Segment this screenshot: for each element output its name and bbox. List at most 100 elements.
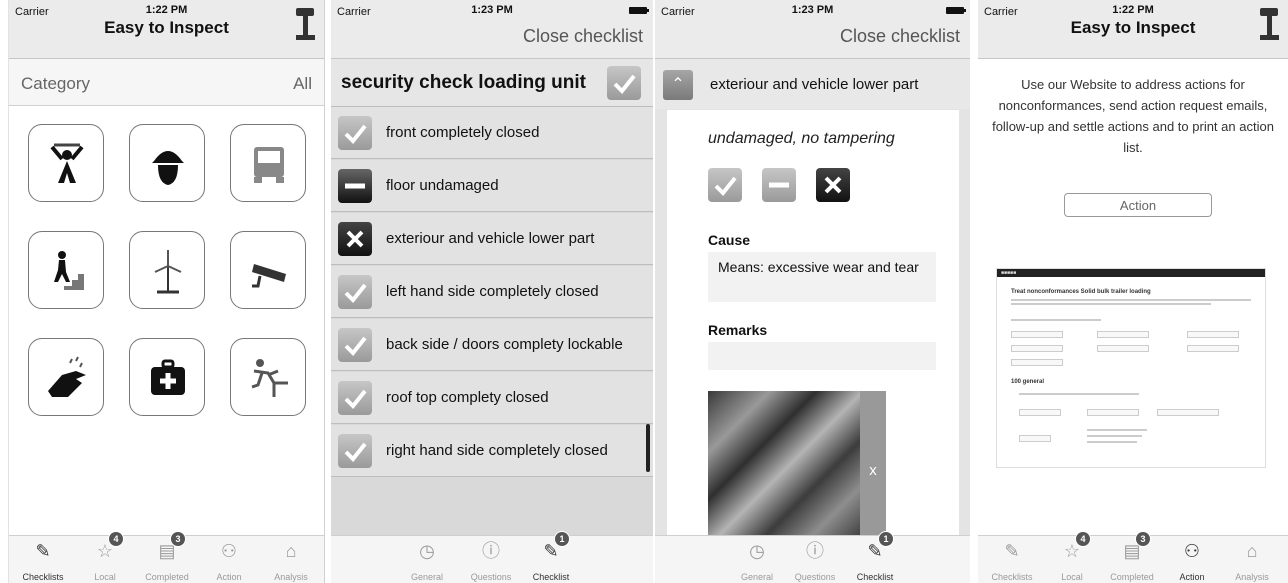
tab-label: Action [1179, 572, 1205, 582]
fall-icon[interactable] [230, 338, 306, 416]
screenshot-field [1011, 345, 1063, 352]
screenshot-field [1011, 331, 1063, 338]
tab-checklists[interactable]: ✎ Checklists [982, 536, 1042, 583]
first-aid-icon[interactable] [129, 338, 205, 416]
screenshot-field [1187, 345, 1239, 352]
tab-label: General [740, 572, 774, 582]
checklist-icon: ✎ [1004, 541, 1020, 561]
badge-count: 4 [1076, 532, 1090, 546]
checklist-row[interactable]: front completely closed [331, 107, 653, 159]
tab-bar: ✎ Checklists ☆ 4 Local ▤ 3 Completed ⚇ A… [978, 532, 1288, 583]
info-icon: ⓘ [806, 541, 824, 561]
cause-field[interactable]: Means: excessive wear and tear [708, 252, 936, 302]
checkmark-icon[interactable] [338, 381, 372, 415]
attached-photo[interactable] [708, 391, 860, 550]
lamp-icon[interactable] [294, 8, 316, 44]
screenshot-heading: Treat nonconformances Solid bulk trailer… [1011, 289, 1151, 295]
remove-photo-button[interactable]: x [860, 391, 886, 550]
close-checklist-button[interactable]: Close checklist [523, 26, 643, 47]
navigation-bar: Carrier 1:23 PM Close checklist [331, 0, 653, 59]
tab-label: Analysis [1235, 572, 1269, 582]
navigation-bar: Carrier 1:22 PM Easy to Inspect [978, 0, 1288, 59]
status-time: 1:22 PM [145, 4, 188, 16]
checklist-row[interactable]: floor undamaged [331, 160, 653, 212]
tab-label: Checklists [991, 572, 1033, 582]
tab-label: Action [216, 572, 242, 582]
screenshot-line [1011, 299, 1251, 301]
category-filter[interactable]: All [293, 74, 312, 94]
clock-icon: ◷ [749, 541, 765, 561]
truck-icon[interactable] [230, 124, 306, 202]
tab-bar: ◷ General ⓘ Questions ✎ 1 Checklist [655, 532, 970, 583]
screen-categories: Carrier 1:22 PM Easy to Inspect Category… [8, 0, 325, 583]
tab-checklists[interactable]: ✎ Checklists [13, 536, 73, 583]
screen-checklist: Carrier 1:23 PM Close checklist security… [331, 0, 653, 583]
cause-label: Cause [708, 232, 751, 248]
checkmark-icon[interactable] [338, 116, 372, 150]
minus-icon[interactable] [338, 169, 372, 203]
tab-general[interactable]: ◷ General [727, 536, 787, 583]
tab-label: Completed [1110, 572, 1154, 582]
tab-local[interactable]: ☆ 4 Local [75, 532, 135, 583]
cause-value: Means: excessive wear and tear [718, 259, 919, 275]
action-button[interactable]: Action [1064, 193, 1212, 217]
checklist-row[interactable]: back side / doors complety lockable [331, 319, 653, 371]
stairs-icon[interactable] [28, 231, 104, 309]
tab-label: Local [94, 572, 116, 582]
category-label: Category [21, 74, 90, 93]
screenshot-line [1011, 319, 1101, 321]
camera-icon[interactable] [230, 231, 306, 309]
close-checklist-button[interactable]: Close checklist [840, 26, 960, 47]
screenshot-line [1087, 429, 1147, 431]
checklist-row-label: exteriour and vehicle lower part [386, 230, 595, 247]
status-time: 1:23 PM [471, 4, 513, 16]
nav-title: Easy to Inspect [1070, 18, 1196, 37]
tab-analysis[interactable]: ⌂ Analysis [1222, 536, 1282, 583]
checkmark-icon[interactable] [708, 168, 742, 202]
checklist-icon: ✎ [35, 541, 51, 561]
scrollbar[interactable] [646, 424, 650, 472]
screenshot-field [1011, 359, 1063, 366]
worker-icon[interactable] [28, 124, 104, 202]
clock-icon: ◷ [419, 541, 435, 561]
collapse-icon[interactable]: ⌃ [663, 70, 693, 100]
badge-count: 1 [879, 532, 893, 546]
checklist-row[interactable]: left hand side completely closed [331, 266, 653, 318]
cross-icon[interactable] [338, 222, 372, 256]
screenshot-field [1019, 409, 1061, 416]
checklist-row-label: right hand side completely closed [386, 442, 608, 459]
checklist-row[interactable]: exteriour and vehicle lower part [331, 213, 653, 265]
checklist-row[interactable]: right hand side completely closed [331, 425, 653, 477]
checklist-row-label: left hand side completely closed [386, 283, 599, 300]
checkmark-icon[interactable] [338, 434, 372, 468]
category-bar[interactable]: Category All [9, 59, 324, 106]
remarks-field[interactable] [708, 342, 936, 370]
tab-action[interactable]: ⚇ Action [1162, 536, 1222, 583]
tab-completed[interactable]: ▤ 3 Completed [137, 532, 197, 583]
question-header[interactable]: ⌃ exteriour and vehicle lower part [655, 59, 970, 109]
lamp-icon[interactable] [1258, 8, 1280, 44]
inbox-icon: ⌂ [1246, 541, 1258, 561]
helmet-icon[interactable] [129, 124, 205, 202]
tab-questions[interactable]: ⓘ Questions [461, 536, 521, 583]
tab-checklist[interactable]: ✎ 1 Checklist [845, 532, 905, 583]
tab-local[interactable]: ☆ 4 Local [1042, 532, 1102, 583]
checkmark-icon[interactable] [338, 275, 372, 309]
checklist-row[interactable]: roof top complety closed [331, 372, 653, 424]
tab-general[interactable]: ◷ General [397, 536, 457, 583]
tab-completed[interactable]: ▤ 3 Completed [1102, 532, 1162, 583]
tab-action[interactable]: ⚇ Action [199, 536, 259, 583]
tab-analysis[interactable]: ⌂ Analysis [261, 536, 321, 583]
hand-rain-icon[interactable] [28, 338, 104, 416]
wind-turbine-icon[interactable] [129, 231, 205, 309]
checkmark-icon[interactable] [338, 328, 372, 362]
minus-icon[interactable] [762, 168, 796, 202]
badge-count: 3 [171, 532, 185, 546]
checkmark-icon[interactable] [607, 66, 641, 100]
navigation-bar: Carrier 1:22 PM Easy to Inspect [9, 0, 324, 59]
tab-checklist[interactable]: ✎ 1 Checklist [521, 532, 581, 583]
tab-questions[interactable]: ⓘ Questions [785, 536, 845, 583]
tab-label: General [410, 572, 444, 582]
cross-icon[interactable] [816, 168, 850, 202]
screenshot-line [1087, 441, 1137, 443]
